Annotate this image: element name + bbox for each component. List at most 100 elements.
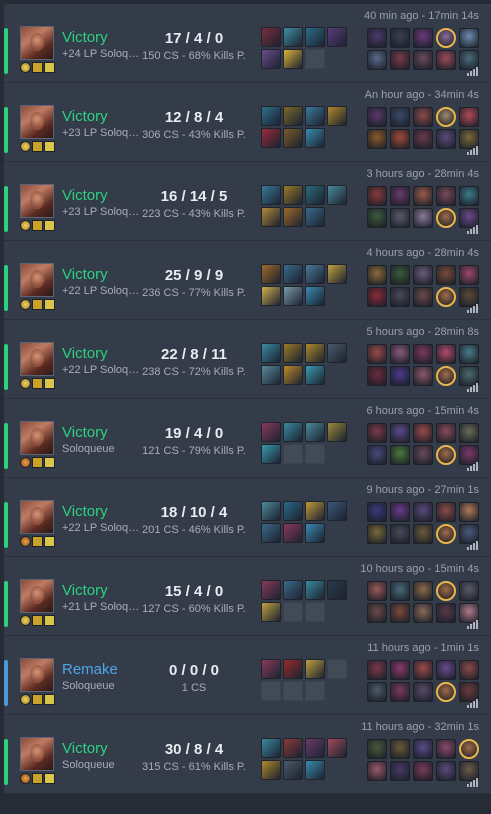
participant-champion-icon[interactable]	[390, 660, 410, 680]
item-icon[interactable]	[327, 738, 347, 758]
participant-champion-icon[interactable]	[367, 208, 387, 228]
details-signal-icon[interactable]	[467, 146, 479, 155]
summoner-spell-icon[interactable]	[32, 536, 43, 547]
summoner-spell-icon[interactable]	[44, 62, 55, 73]
participant-champion-icon[interactable]	[459, 502, 479, 522]
participant-champion-icon[interactable]	[413, 423, 433, 443]
participant-champion-icon[interactable]	[367, 265, 387, 285]
participant-champion-icon[interactable]	[390, 50, 410, 70]
item-icon[interactable]	[305, 27, 325, 47]
champion-portrait-icon[interactable]	[20, 105, 54, 139]
summoner-spell-icon[interactable]	[32, 299, 43, 310]
participant-champion-icon[interactable]	[367, 761, 387, 781]
item-icon[interactable]	[305, 501, 325, 521]
participant-champion-icon[interactable]	[390, 682, 410, 702]
item-icon[interactable]	[305, 523, 325, 543]
item-icon[interactable]	[327, 343, 347, 363]
participant-champion-icon[interactable]	[367, 28, 387, 48]
item-icon[interactable]	[305, 264, 325, 284]
summoner-spell-icon[interactable]	[44, 220, 55, 231]
summoner-spell-icon[interactable]	[44, 457, 55, 468]
details-signal-icon[interactable]	[467, 462, 479, 471]
summoner-spell-icon[interactable]	[32, 378, 43, 389]
participant-champion-icon[interactable]	[436, 603, 456, 623]
participant-champion-icon[interactable]	[459, 107, 479, 127]
participant-champion-icon[interactable]	[413, 28, 433, 48]
participant-champion-icon[interactable]	[459, 344, 479, 364]
participant-champion-icon[interactable]	[367, 287, 387, 307]
item-icon[interactable]	[261, 580, 281, 600]
participant-champion-icon[interactable]	[436, 50, 456, 70]
item-icon[interactable]	[283, 501, 303, 521]
champion-portrait-icon[interactable]	[20, 737, 54, 771]
item-icon[interactable]	[283, 422, 303, 442]
item-icon[interactable]	[283, 264, 303, 284]
item-icon[interactable]	[327, 501, 347, 521]
participant-champion-icon[interactable]	[367, 186, 387, 206]
keystone-rune-icon[interactable]	[20, 62, 31, 73]
current-player-champion-icon[interactable]	[436, 366, 456, 386]
champion-portrait-icon[interactable]	[20, 263, 54, 297]
current-player-champion-icon[interactable]	[436, 287, 456, 307]
participant-champion-icon[interactable]	[436, 129, 456, 149]
participant-champion-icon[interactable]	[390, 208, 410, 228]
summoner-spell-icon[interactable]	[44, 378, 55, 389]
participant-champion-icon[interactable]	[459, 423, 479, 443]
participant-champion-icon[interactable]	[413, 739, 433, 759]
item-icon[interactable]	[261, 602, 281, 622]
item-icon[interactable]	[283, 106, 303, 126]
match-row[interactable]: Victory +22 LP Soloqueue 22 / 8 / 11 238 CS…	[4, 320, 491, 399]
keystone-rune-icon[interactable]	[20, 536, 31, 547]
item-icon[interactable]	[305, 286, 325, 306]
summoner-spell-icon[interactable]	[32, 694, 43, 705]
participant-champion-icon[interactable]	[390, 265, 410, 285]
item-icon[interactable]	[283, 49, 303, 69]
item-icon[interactable]	[305, 185, 325, 205]
participant-champion-icon[interactable]	[413, 366, 433, 386]
keystone-rune-icon[interactable]	[20, 773, 31, 784]
item-icon[interactable]	[327, 264, 347, 284]
participant-champion-icon[interactable]	[459, 265, 479, 285]
item-icon[interactable]	[283, 185, 303, 205]
participant-champion-icon[interactable]	[367, 502, 387, 522]
item-icon[interactable]	[327, 106, 347, 126]
details-signal-icon[interactable]	[467, 67, 479, 76]
participant-champion-icon[interactable]	[367, 682, 387, 702]
participant-champion-icon[interactable]	[367, 344, 387, 364]
summoner-spell-icon[interactable]	[32, 220, 43, 231]
participant-champion-icon[interactable]	[413, 208, 433, 228]
item-icon[interactable]	[283, 128, 303, 148]
match-row[interactable]: Victory Soloqueue 19 / 4 / 0 121 CS - 79% K…	[4, 399, 491, 478]
item-icon[interactable]	[283, 343, 303, 363]
item-icon[interactable]	[305, 422, 325, 442]
match-row[interactable]: Victory +22 LP Soloqueue 18 / 10 / 4 201 CS…	[4, 478, 491, 557]
participant-champion-icon[interactable]	[390, 186, 410, 206]
match-row[interactable]: Victory +23 LP Soloqueue 12 / 8 / 4 306 CS …	[4, 83, 491, 162]
item-icon[interactable]	[305, 128, 325, 148]
participant-champion-icon[interactable]	[390, 739, 410, 759]
item-icon[interactable]	[261, 444, 281, 464]
item-icon[interactable]	[261, 343, 281, 363]
item-icon[interactable]	[261, 27, 281, 47]
participant-champion-icon[interactable]	[436, 186, 456, 206]
details-signal-icon[interactable]	[467, 541, 479, 550]
participant-champion-icon[interactable]	[413, 287, 433, 307]
item-icon[interactable]	[327, 185, 347, 205]
item-icon[interactable]	[261, 501, 281, 521]
item-icon[interactable]	[305, 738, 325, 758]
participant-champion-icon[interactable]	[367, 129, 387, 149]
item-icon[interactable]	[261, 185, 281, 205]
item-icon[interactable]	[261, 286, 281, 306]
item-icon[interactable]	[261, 523, 281, 543]
participant-champion-icon[interactable]	[436, 265, 456, 285]
item-icon[interactable]	[283, 523, 303, 543]
champion-portrait-icon[interactable]	[20, 658, 54, 692]
item-icon[interactable]	[261, 49, 281, 69]
participant-champion-icon[interactable]	[413, 660, 433, 680]
participant-champion-icon[interactable]	[436, 739, 456, 759]
current-player-champion-icon[interactable]	[459, 739, 479, 759]
summoner-spell-icon[interactable]	[32, 773, 43, 784]
current-player-champion-icon[interactable]	[436, 524, 456, 544]
champion-portrait-icon[interactable]	[20, 184, 54, 218]
champion-portrait-icon[interactable]	[20, 342, 54, 376]
